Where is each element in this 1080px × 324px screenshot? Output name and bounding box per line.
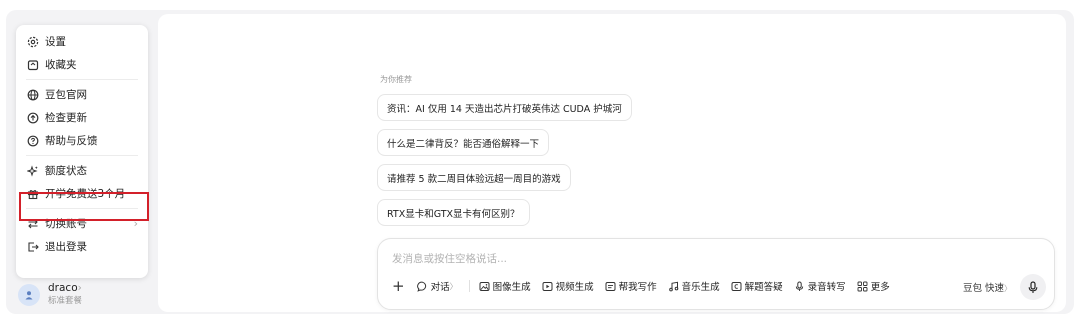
- suggestion-chip[interactable]: RTX显卡和GTX显卡有何区别？: [377, 199, 530, 226]
- menu-item-label: 帮助与反馈: [45, 135, 98, 147]
- tool-label: 图像生成: [492, 282, 531, 293]
- recommend-label: 为你推荐: [380, 75, 412, 84]
- tool-more[interactable]: 更多: [857, 279, 890, 293]
- upload-circle-icon: [26, 111, 39, 124]
- menu-item-favorites[interactable]: 收藏夹: [16, 53, 148, 76]
- logout-icon: [26, 240, 39, 253]
- bookmark-box-icon: [26, 58, 39, 71]
- chevron-right-icon: ›: [77, 282, 82, 294]
- tool-solve[interactable]: 解题答疑: [731, 279, 783, 293]
- highlight-box: [19, 192, 149, 221]
- model-selector[interactable]: 豆包 快速〉: [963, 280, 1012, 294]
- record-icon: [795, 281, 803, 291]
- menu-item-label: 额度状态: [45, 165, 87, 177]
- chat-bubble-icon: [416, 281, 426, 292]
- menu-item-label: 收藏夹: [45, 59, 77, 71]
- video-icon: [542, 281, 553, 291]
- write-icon: [605, 281, 616, 291]
- model-label: 豆包 快速: [962, 283, 1004, 294]
- tool-label: 音乐生成: [681, 282, 720, 293]
- menu-item-help[interactable]: 帮助与反馈: [16, 129, 148, 152]
- music-icon: [668, 281, 678, 291]
- toolbar-divider: [468, 280, 470, 292]
- add-attachment-button[interactable]: +: [392, 277, 405, 295]
- voice-input-button[interactable]: [1020, 274, 1046, 300]
- menu-divider: [26, 79, 138, 80]
- image-icon: [479, 281, 490, 291]
- tool-music-gen[interactable]: 音乐生成: [668, 279, 720, 293]
- tool-label: 对话: [430, 282, 450, 293]
- input-toolbar: + 对话〉 图像生成 视频生成 帮我写作 音乐生成 解题答疑 录音转写 更多: [388, 277, 901, 295]
- menu-item-settings[interactable]: 设置: [16, 30, 148, 53]
- tool-label: 录音转写: [807, 282, 846, 293]
- chevron-right-icon: 〉: [1004, 284, 1012, 293]
- tool-transcribe[interactable]: 录音转写: [794, 279, 846, 293]
- tool-image-gen[interactable]: 图像生成: [479, 279, 531, 293]
- tool-label: 帮我写作: [618, 282, 657, 293]
- menu-item-label: 检查更新: [45, 112, 87, 124]
- menu-item-website[interactable]: 豆包官网: [16, 83, 148, 106]
- sparkle-icon: [26, 164, 39, 177]
- menu-item-label: 设置: [45, 36, 66, 48]
- menu-item-quota[interactable]: 额度状态: [16, 159, 148, 182]
- tool-chat[interactable]: 对话〉: [416, 279, 458, 293]
- microphone-icon: [1028, 280, 1038, 293]
- tool-label: 解题答疑: [744, 282, 783, 293]
- menu-item-label: 退出登录: [45, 241, 87, 253]
- globe-icon: [26, 88, 39, 101]
- tool-label: 视频生成: [555, 282, 594, 293]
- chevron-right-icon: 〉: [449, 281, 458, 291]
- menu-item-check-update[interactable]: 检查更新: [16, 106, 148, 129]
- settings-menu: 设置 收藏夹 豆包官网 检查更新 帮助与反馈 额度状态 开学免费送3个月 切换账…: [16, 25, 148, 278]
- suggestion-chip[interactable]: 什么是二律背反？能否通俗解释一下: [377, 129, 550, 156]
- user-profile[interactable]: draco› 标准套餐: [18, 282, 82, 307]
- user-plan: 标准套餐: [48, 296, 83, 306]
- calc-icon: [731, 281, 742, 291]
- menu-item-label: 豆包官网: [45, 89, 87, 101]
- chat-input-box[interactable]: 发消息或按住空格说话... + 对话〉 图像生成 视频生成 帮我写作 音乐生成 …: [377, 238, 1055, 310]
- tool-video-gen[interactable]: 视频生成: [542, 279, 594, 293]
- user-name-row: draco›: [48, 282, 82, 295]
- grid-icon: [857, 281, 868, 291]
- help-circle-icon: [26, 134, 39, 147]
- avatar: [18, 283, 40, 306]
- suggestion-chip[interactable]: 资讯：AI 仅用 14 天造出芯片打破英伟达 CUDA 护城河: [377, 94, 632, 121]
- menu-divider: [26, 155, 138, 156]
- tool-writing[interactable]: 帮我写作: [605, 279, 657, 293]
- suggestion-chip[interactable]: 请推荐 5 款二周目体验远超一周目的游戏: [377, 164, 571, 191]
- user-name: draco: [48, 282, 78, 294]
- tool-label: 更多: [870, 282, 890, 293]
- message-input[interactable]: 发消息或按住空格说话...: [392, 251, 507, 266]
- menu-item-logout[interactable]: 退出登录: [16, 235, 148, 258]
- gear-icon: [26, 35, 39, 48]
